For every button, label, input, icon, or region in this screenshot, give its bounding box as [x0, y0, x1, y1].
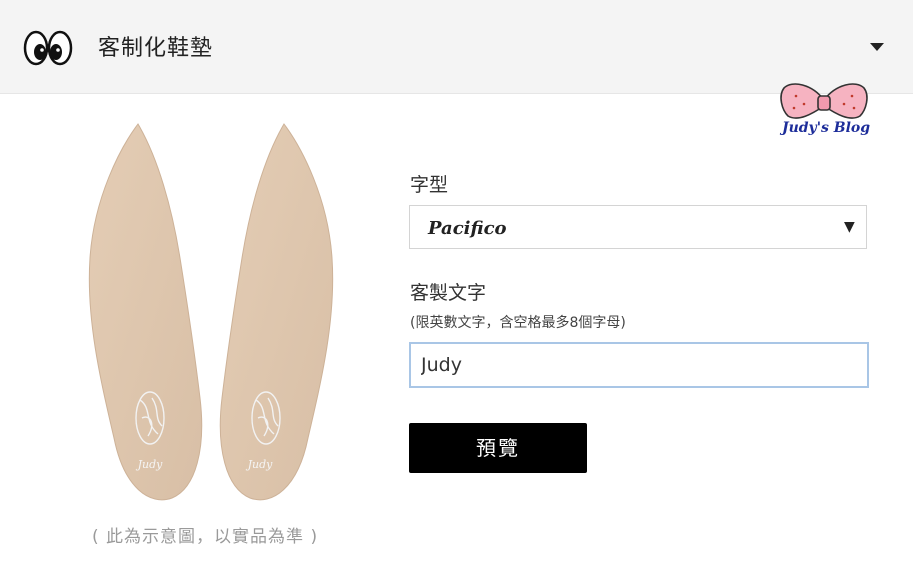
right-insole	[219, 123, 334, 501]
dropdown-arrow-icon[interactable]: ▼	[844, 219, 855, 235]
custom-text-input[interactable]	[409, 342, 869, 388]
watermark-text: Judy's Blog	[781, 120, 871, 136]
eyes-logo-icon	[23, 30, 73, 66]
right-insole-text: Judy	[246, 458, 274, 471]
preview-button[interactable]: 預覽	[409, 423, 587, 473]
insole-preview-image: Judy Judy	[88, 123, 334, 501]
custom-text-hint: (限英數文字，含空格最多8個字母)	[410, 315, 626, 331]
caret-down-icon[interactable]	[870, 43, 884, 51]
left-insole-text: Judy	[136, 458, 164, 471]
custom-text-label: 客製文字	[410, 282, 487, 304]
image-caption: ( 此為示意圖，以實品為準 )	[92, 527, 319, 547]
font-select[interactable]: Pacifico ▼	[409, 205, 867, 249]
font-label: 字型	[410, 174, 449, 196]
page-title: 客制化鞋墊	[98, 36, 214, 61]
font-select-value: Pacifico	[428, 218, 507, 239]
